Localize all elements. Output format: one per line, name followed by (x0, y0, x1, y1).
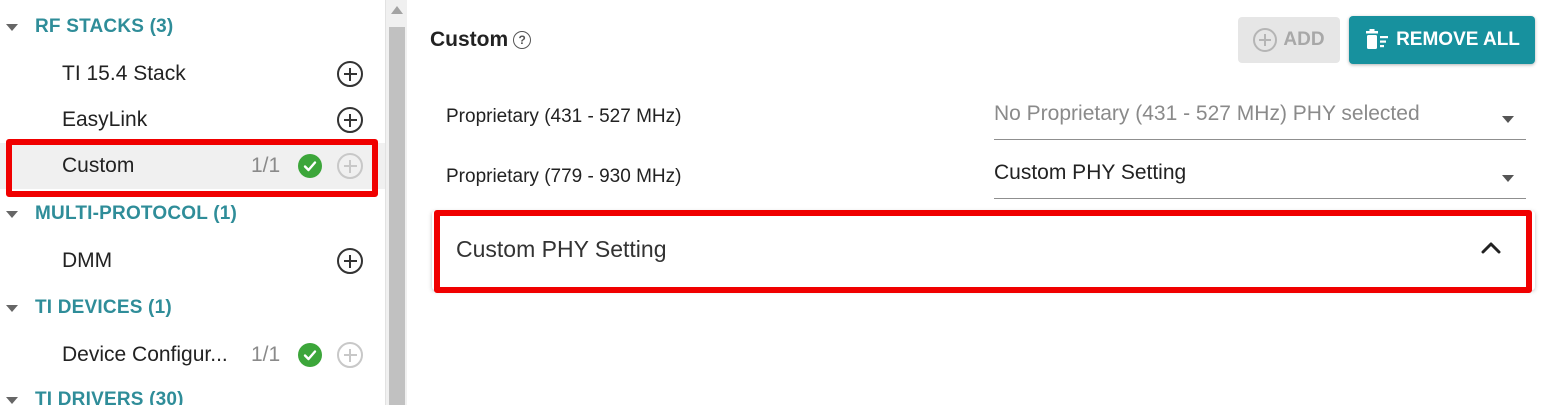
category-label: RF STACKS (3) (35, 16, 174, 37)
instance-count: 1/1 (251, 154, 281, 177)
collapse-triangle-icon[interactable] (6, 23, 18, 31)
sidebar-item-device-configuration[interactable]: Device Configur... 1/1 (0, 332, 385, 378)
instance-count: 1/1 (251, 343, 281, 366)
add-circle-icon[interactable] (337, 61, 363, 87)
accordion-title: Custom PHY Setting (456, 236, 667, 262)
add-button-label: ADD (1283, 29, 1325, 50)
chevron-up-icon[interactable] (1481, 241, 1501, 255)
phy-select-431-527[interactable]: No Proprietary (431 - 527 MHz) PHY selec… (994, 96, 1526, 140)
select-value: No Proprietary (431 - 527 MHz) PHY selec… (994, 102, 1420, 125)
remove-all-label: REMOVE ALL (1396, 29, 1520, 50)
sidebar-item-label: Device Configur... (62, 343, 228, 366)
main-panel: Custom ? ADD REMOVE ALL Proprietary (431… (408, 0, 1549, 405)
dropdown-caret-icon[interactable] (1502, 116, 1514, 123)
field-label-proprietary-431-527: Proprietary (431 - 527 MHz) (446, 106, 682, 127)
sidebar: RF STACKS (3) TI 15.4 Stack EasyLink Cus… (0, 0, 385, 405)
add-circle-icon (1253, 28, 1278, 52)
scroll-up-arrow-icon[interactable] (391, 6, 403, 14)
collapse-triangle-icon[interactable] (6, 396, 18, 404)
dropdown-caret-icon[interactable] (1502, 175, 1514, 182)
sidebar-item-label: DMM (62, 249, 113, 272)
add-button[interactable]: ADD (1238, 17, 1340, 63)
add-circle-icon (337, 342, 363, 368)
phy-select-779-930[interactable]: Custom PHY Setting (994, 155, 1526, 199)
remove-all-button[interactable]: REMOVE ALL (1349, 16, 1535, 64)
page-title-text: Custom (430, 28, 509, 51)
sidebar-item-label: Custom (62, 154, 135, 177)
add-circle-icon[interactable] (337, 107, 363, 133)
sidebar-item-label: EasyLink (62, 108, 148, 131)
question-circle-icon[interactable]: ? (513, 31, 532, 49)
check-circle-icon (298, 343, 322, 367)
sidebar-item-custom[interactable]: Custom 1/1 (0, 143, 385, 189)
custom-phy-accordion[interactable]: Custom PHY Setting (432, 211, 1535, 290)
category-label: TI DRIVERS (30) (35, 389, 184, 405)
page-title: Custom ? (430, 28, 532, 52)
field-label-proprietary-779-930: Proprietary (779 - 930 MHz) (446, 166, 682, 187)
add-circle-icon[interactable] (337, 248, 363, 274)
collapse-triangle-icon[interactable] (6, 210, 18, 218)
collapse-triangle-icon[interactable] (6, 304, 18, 312)
category-label: TI DEVICES (1) (35, 297, 172, 318)
sidebar-item-easylink[interactable]: EasyLink (0, 97, 385, 143)
check-circle-icon (298, 154, 322, 178)
delete-sweep-icon (1366, 29, 1389, 49)
sidebar-item-ti-15-4-stack[interactable]: TI 15.4 Stack (0, 51, 385, 97)
category-multi-protocol[interactable]: MULTI-PROTOCOL (1) (0, 194, 385, 234)
add-circle-icon (337, 153, 363, 179)
sidebar-scrollbar[interactable] (385, 0, 407, 405)
category-ti-drivers[interactable]: TI DRIVERS (30) (0, 380, 385, 405)
category-rf-stacks[interactable]: RF STACKS (3) (0, 7, 385, 47)
scrollbar-thumb[interactable] (389, 27, 405, 405)
sidebar-item-dmm[interactable]: DMM (0, 238, 385, 284)
select-value: Custom PHY Setting (994, 161, 1187, 184)
category-label: MULTI-PROTOCOL (1) (35, 203, 238, 224)
category-ti-devices[interactable]: TI DEVICES (1) (0, 288, 385, 328)
sidebar-item-label: TI 15.4 Stack (62, 62, 186, 85)
